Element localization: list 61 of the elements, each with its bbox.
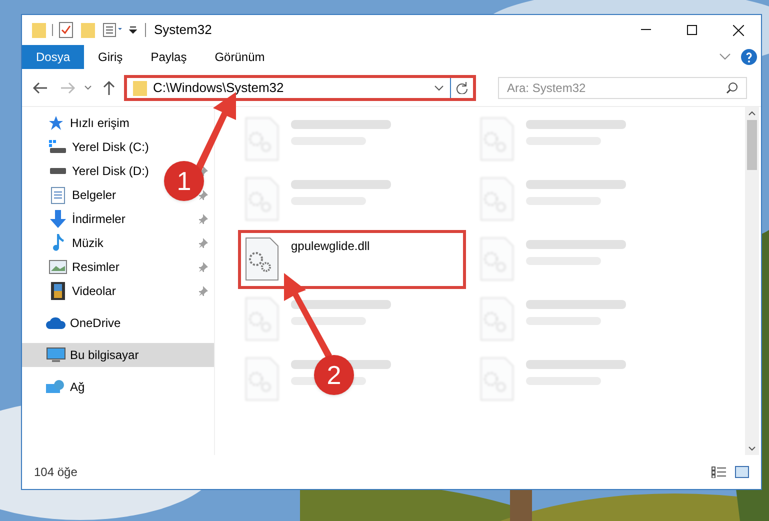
scrollbar[interactable] <box>745 107 759 455</box>
download-icon <box>49 210 67 228</box>
sidebar-item[interactable]: Bu bilgisayar <box>22 343 214 367</box>
pin-icon[interactable] <box>198 190 208 200</box>
sidebar-item[interactable]: Videolar <box>48 282 116 300</box>
ribbon-tab[interactable]: Görünüm <box>200 45 279 69</box>
scroll-up-icon[interactable] <box>748 111 756 116</box>
gear-file-icon <box>245 237 279 281</box>
pin-icon[interactable] <box>198 262 208 272</box>
chevron-down-icon[interactable] <box>719 53 731 61</box>
pin-icon[interactable] <box>198 238 208 248</box>
sidebar-item[interactable]: Yerel Disk (C:) <box>48 138 149 156</box>
view-options-icon[interactable] <box>103 23 123 37</box>
scrollbar-thumb[interactable] <box>747 120 757 170</box>
drive-icon <box>49 140 67 154</box>
pin-icon[interactable] <box>198 286 208 296</box>
window-title: System32 <box>154 21 212 40</box>
pin-icon[interactable] <box>198 214 208 224</box>
computer-icon <box>46 347 66 363</box>
search-field[interactable]: Ara: System32 <box>498 76 747 98</box>
sidebar-item[interactable]: OneDrive <box>46 314 121 332</box>
details-view-icon[interactable] <box>711 466 727 478</box>
ribbon-tab[interactable]: Paylaş <box>136 45 201 69</box>
up-arrow-icon[interactable] <box>102 80 116 96</box>
folder-icon <box>32 22 46 38</box>
sidebar-item[interactable]: Ağ <box>46 378 85 396</box>
sidebar-item[interactable]: Resimler <box>48 258 120 276</box>
search-input[interactable]: Ara: System32 <box>507 78 726 96</box>
file-item[interactable]: gpulewglide.dll <box>238 230 466 289</box>
file-name: gpulewglide.dll <box>291 238 370 255</box>
close-icon <box>732 24 744 36</box>
back-arrow-icon[interactable] <box>32 80 48 94</box>
drive-icon <box>49 167 67 175</box>
search-icon[interactable] <box>726 82 738 94</box>
ribbon-tab[interactable]: Giriş <box>84 45 137 69</box>
image-icon <box>49 260 67 274</box>
minimize-icon <box>641 29 651 31</box>
music-note-icon <box>52 234 64 252</box>
folder-icon <box>133 80 147 96</box>
sidebar-item[interactable]: İndirmeler <box>48 210 126 228</box>
dropdown-icon[interactable] <box>129 26 137 34</box>
refresh-icon[interactable] <box>456 82 468 94</box>
film-icon <box>51 282 65 300</box>
chevron-down-icon[interactable] <box>434 84 444 90</box>
document-icon <box>51 186 65 204</box>
sidebar-item[interactable]: Müzik <box>48 234 104 252</box>
chevron-down-icon[interactable] <box>84 84 92 90</box>
cloud-icon <box>46 317 66 329</box>
maximize-icon <box>687 25 697 35</box>
item-count: 104 öğe <box>34 464 78 481</box>
address-bar[interactable]: C:\Windows\System32 <box>124 74 476 100</box>
network-icon <box>46 379 66 395</box>
sidebar-item[interactable]: Hızlı erişim <box>46 114 130 132</box>
sidebar-item[interactable]: Belgeler <box>48 186 116 204</box>
scroll-down-icon[interactable] <box>748 446 756 451</box>
properties-icon[interactable] <box>59 22 73 38</box>
large-icons-view-icon[interactable] <box>735 466 749 478</box>
address-path: C:\Windows\System32 <box>153 78 285 97</box>
sidebar-item[interactable]: Yerel Disk (D:) <box>48 162 149 180</box>
star-icon <box>48 115 64 131</box>
help-icon[interactable] <box>741 49 757 65</box>
